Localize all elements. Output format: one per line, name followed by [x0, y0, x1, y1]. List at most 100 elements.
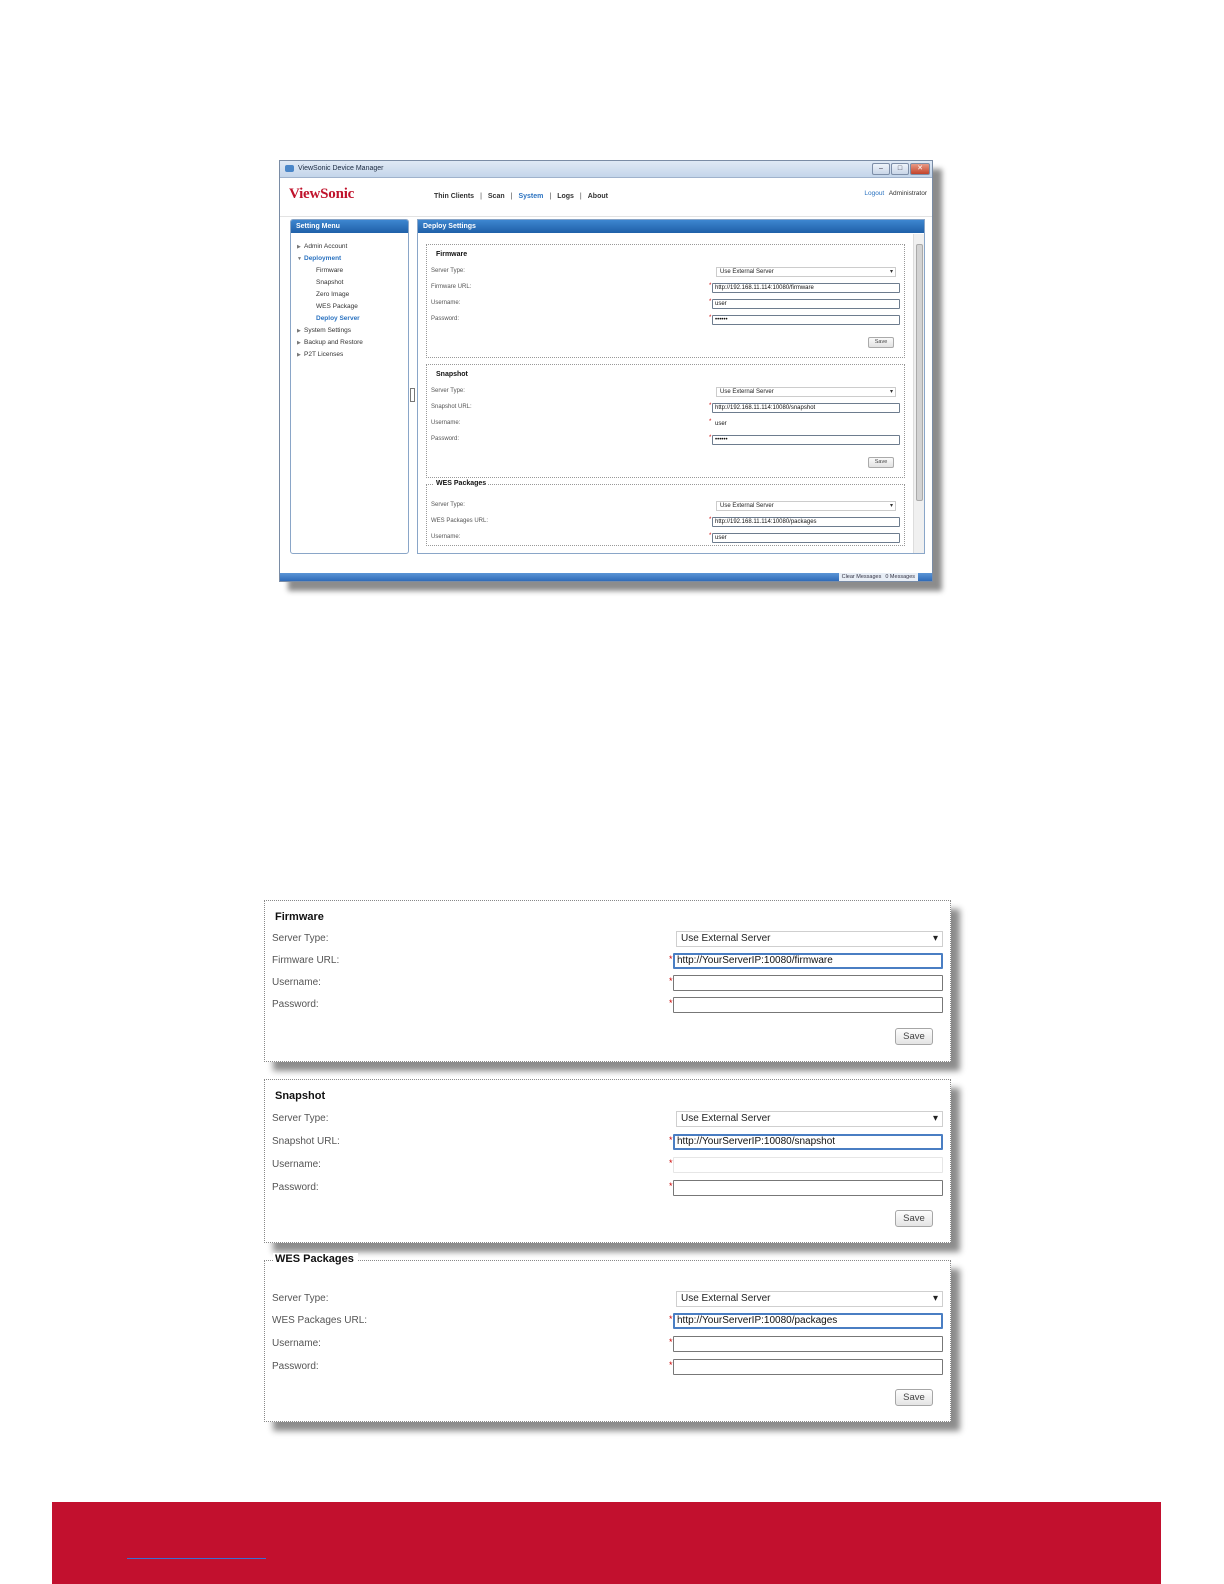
scrollbar-thumb[interactable]	[916, 244, 923, 501]
username-input[interactable]	[673, 975, 943, 991]
field-label: Username:	[272, 1338, 321, 1349]
minimize-icon[interactable]: –	[872, 163, 890, 175]
required-marker: *	[669, 1181, 673, 1191]
required-marker: *	[669, 1337, 673, 1347]
wes-packages-url-input[interactable]: http://YourServerIP:10080/packages	[673, 1313, 943, 1329]
username: Administrator	[888, 190, 927, 197]
password-input[interactable]	[673, 997, 943, 1013]
setting-menu-title: Setting Menu	[291, 220, 408, 233]
field-label: Server Type:	[272, 933, 329, 944]
deploy-settings-panel: Deploy Settings Firmware Server Type: Us…	[417, 219, 925, 554]
username-input[interactable]: user	[712, 299, 900, 309]
wes-packages-url-input[interactable]: http://192.168.11.114:10080/packages	[712, 517, 900, 527]
sidebar-item-deployment[interactable]: ▼ Deployment	[297, 253, 408, 265]
snapshot-url-input[interactable]: http://192.168.11.114:10080/snapshot	[712, 403, 900, 413]
save-button[interactable]: Save	[868, 457, 894, 468]
field-label: Username:	[431, 300, 461, 306]
message-area: Clear Messages 0 Messages	[838, 573, 918, 581]
password-row: Password: *	[272, 1359, 943, 1375]
required-marker: *	[669, 1135, 673, 1145]
field-label: Username:	[272, 1159, 321, 1170]
required-marker: *	[709, 419, 712, 425]
server-type-select[interactable]: Use External Server	[676, 931, 943, 947]
save-button[interactable]: Save	[895, 1389, 933, 1406]
nav-thin-clients[interactable]: Thin Clients	[428, 193, 480, 200]
required-marker: *	[709, 517, 712, 523]
field-label: Server Type:	[431, 268, 465, 274]
app-header: ViewSonic Thin Clients | Scan | System | Lo…	[280, 178, 932, 217]
field-label: Server Type:	[431, 502, 465, 508]
snapshot-url-input[interactable]: http://YourServerIP:10080/snapshot	[673, 1134, 943, 1150]
field-label: Server Type:	[431, 388, 465, 394]
password-input[interactable]: ••••••	[712, 435, 900, 445]
sidebar-item-label: Admin Account	[304, 243, 348, 250]
username-input[interactable]: user	[712, 419, 900, 429]
sidebar-item-label: Deployment	[304, 255, 342, 262]
content-title: Deploy Settings	[418, 220, 924, 233]
save-button[interactable]: Save	[895, 1028, 933, 1045]
firmware-section: Firmware Server Type: Use External Serve…	[426, 244, 905, 358]
server-type-select[interactable]: Use External Server	[716, 501, 896, 511]
nav-logs[interactable]: Logs	[551, 193, 580, 200]
close-icon[interactable]: ✕	[910, 163, 930, 175]
server-type-select[interactable]: Use External Server	[676, 1291, 943, 1307]
field-label: WES Packages URL:	[431, 518, 489, 524]
window-titlebar: ViewSonic Device Manager – □ ✕	[280, 161, 932, 178]
nav-system[interactable]: System	[512, 193, 549, 200]
window-controls: – □ ✕	[872, 163, 930, 175]
password-input[interactable]: ••••••	[712, 315, 900, 325]
username-input[interactable]	[673, 1157, 943, 1173]
snapshot-panel: Snapshot Server Type: Use External Serve…	[264, 1079, 951, 1243]
wes-packages-section: WES Packages Server Type: Use External S…	[426, 480, 905, 546]
sidebar-item-label: Backup and Restore	[304, 339, 363, 346]
url-row: Firmware URL: * http://YourServerIP:1008…	[272, 953, 943, 969]
nav-about[interactable]: About	[582, 193, 614, 200]
clear-messages-button[interactable]: Clear Messages	[842, 573, 882, 581]
url-row: WES Packages URL: * http://YourServerIP:…	[272, 1313, 943, 1329]
field-label: Password:	[272, 1182, 319, 1193]
server-type-select[interactable]: Use External Server	[676, 1111, 943, 1127]
sidebar-item-label: System Settings	[304, 327, 351, 334]
server-type-select[interactable]: Use External Server	[716, 267, 896, 277]
nav-scan[interactable]: Scan	[482, 193, 511, 200]
field-label: Password:	[272, 1361, 319, 1372]
sidebar-item-backup-and-restore[interactable]: ▶ Backup and Restore	[297, 337, 408, 349]
sidebar-item-system-settings[interactable]: ▶ System Settings	[297, 325, 408, 337]
panel-title: Firmware	[275, 911, 324, 923]
username-input[interactable]: user	[712, 533, 900, 543]
sidebar-subitem-zero-image[interactable]: Zero Image	[297, 289, 408, 301]
password-input[interactable]	[673, 1180, 943, 1196]
username-input[interactable]	[673, 1336, 943, 1352]
panel-splitter[interactable]	[410, 388, 415, 402]
sidebar-subitem-wes-package[interactable]: WES Package	[297, 301, 408, 313]
sidebar-subitem-snapshot[interactable]: Snapshot	[297, 277, 408, 289]
required-marker: *	[709, 283, 712, 289]
required-marker: *	[669, 976, 673, 986]
sidebar-subitem-deploy-server[interactable]: Deploy Server	[297, 313, 408, 325]
required-marker: *	[709, 299, 712, 305]
sidebar-subitem-firmware[interactable]: Firmware	[297, 265, 408, 277]
maximize-icon[interactable]: □	[891, 163, 909, 175]
firmware-url-input[interactable]: http://YourServerIP:10080/firmware	[673, 953, 943, 969]
section-title: WES Packages	[434, 480, 489, 487]
username-row: Username: * user	[431, 533, 900, 544]
server-type-row: Server Type: Use External Server	[272, 1291, 943, 1307]
required-marker: *	[709, 435, 712, 441]
setting-menu: Setting Menu ▶ Admin Account ▼ Deployment …	[290, 219, 409, 554]
top-nav: Thin Clients | Scan | System | Logs | About	[428, 193, 614, 200]
field-label: Password:	[431, 436, 460, 442]
server-type-row: Server Type: Use External Server	[431, 267, 900, 278]
firmware-url-input[interactable]: http://192.168.11.114:10080/firmware	[712, 283, 900, 293]
save-button[interactable]: Save	[868, 337, 894, 348]
required-marker: *	[669, 998, 673, 1008]
password-input[interactable]	[673, 1359, 943, 1375]
window-title: ViewSonic Device Manager	[298, 165, 384, 172]
logout-link[interactable]: Logout	[864, 190, 884, 197]
sidebar-item-p2t-licenses[interactable]: ▶ P2T Licenses	[297, 349, 408, 361]
sidebar-item-admin-account[interactable]: ▶ Admin Account	[297, 241, 408, 253]
password-row: Password: *	[272, 997, 943, 1013]
username-row: Username: *	[272, 1157, 943, 1173]
save-button[interactable]: Save	[895, 1210, 933, 1227]
server-type-select[interactable]: Use External Server	[716, 387, 896, 397]
vertical-scrollbar[interactable]	[913, 234, 924, 553]
